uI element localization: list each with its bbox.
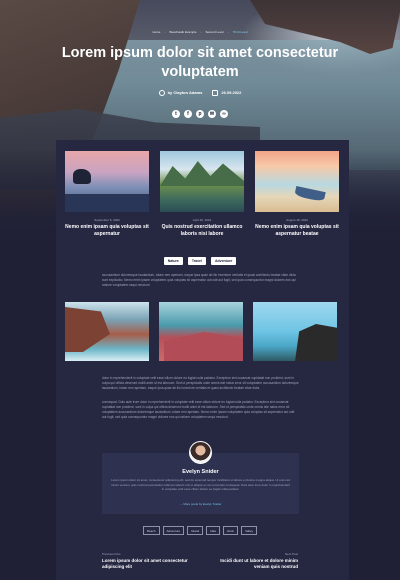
link-icon[interactable]: ∞ xyxy=(220,110,228,118)
next-post-link[interactable]: Next Post Incidi dunt ut labore et dolor… xyxy=(208,552,298,570)
post-tag[interactable]: Hike xyxy=(206,526,221,535)
next-post-label: Next Post xyxy=(284,552,298,556)
page-title: Lorem ipsum dolor sit amet consectetur v… xyxy=(61,45,339,80)
gallery-image[interactable] xyxy=(159,302,243,361)
share-bar: t f p ✉ ∞ xyxy=(0,110,400,118)
tag-adventure[interactable]: Adventure xyxy=(210,257,237,265)
related-thumbnail[interactable] xyxy=(65,151,149,212)
related-post[interactable]: April 20, 2022 Quis nostrud exercitation… xyxy=(160,151,244,237)
user-icon xyxy=(158,90,165,96)
article-paragraph: accusantium doloremque laudantium, totam… xyxy=(102,273,296,287)
tag-nature[interactable]: Nature xyxy=(163,257,183,265)
related-title[interactable]: Nemo enim ipsam quia voluptas sit aspern… xyxy=(255,224,339,237)
related-date: April 20, 2022 xyxy=(192,218,212,222)
post-tag[interactable]: Adventure xyxy=(162,526,185,535)
breadcrumb-home[interactable]: Home xyxy=(152,30,160,34)
post-tag[interactable]: Valley xyxy=(241,526,258,535)
mail-icon[interactable]: ✉ xyxy=(208,110,216,118)
related-post[interactable]: August 18, 2022 Nemo enim ipsam quia vol… xyxy=(255,151,339,237)
related-thumbnail[interactable] xyxy=(255,151,339,212)
author-name: Evelyn Snider xyxy=(182,469,219,475)
related-thumbnail[interactable] xyxy=(160,151,244,212)
related-title[interactable]: Nemo enim ipsam quia voluptas sit aspern… xyxy=(65,224,149,237)
post-meta: by Clayton Adams 26.09.2022 xyxy=(0,90,400,96)
previous-post-title[interactable]: Lorem ipsum dolor sit amet consectetur a… xyxy=(102,558,192,570)
facebook-icon[interactable]: f xyxy=(184,110,192,118)
article-paragraph: dolor in reprehenderit in voluptate veli… xyxy=(102,376,299,390)
related-post[interactable]: September 5, 2022 Nemo enim ipsam quia v… xyxy=(65,151,149,237)
article-paragraph: consequat. Duis aute irure dolor in repr… xyxy=(102,400,295,419)
gallery-image[interactable] xyxy=(65,302,149,361)
post-tag[interactable]: Island xyxy=(187,526,204,535)
breadcrumb-current: Third Level xyxy=(232,30,248,34)
avatar xyxy=(189,441,212,464)
post-tag[interactable]: Beach xyxy=(142,526,160,535)
post-author[interactable]: by Clayton Adams xyxy=(158,90,202,96)
breadcrumb-level-1[interactable]: Beachwalk Example xyxy=(169,30,196,34)
post-tags: Beach Adventure Island Hike Rock Valley xyxy=(0,526,400,535)
calendar-icon xyxy=(212,90,219,96)
previous-post-link[interactable]: Previous Post Lorem ipsum dolor sit amet… xyxy=(102,552,192,570)
twitter-icon[interactable]: t xyxy=(172,110,180,118)
image-gallery xyxy=(65,302,338,361)
gallery-image[interactable] xyxy=(253,302,337,361)
related-date: August 18, 2022 xyxy=(286,218,308,222)
related-title[interactable]: Quis nostrud exercitation ullamco labori… xyxy=(160,224,244,237)
related-posts: September 5, 2022 Nemo enim ipsam quia v… xyxy=(65,151,339,237)
previous-post-label: Previous Post xyxy=(102,552,121,556)
pinterest-icon[interactable]: p xyxy=(196,110,204,118)
post-date: 26.09.2022 xyxy=(212,90,241,96)
breadcrumb: Home › Beachwalk Example › Second Level … xyxy=(152,30,248,34)
category-tags: Nature Travel Adventure xyxy=(0,257,400,265)
next-post-title[interactable]: Incidi dunt ut labore et dolore minim ve… xyxy=(208,558,298,570)
tag-travel[interactable]: Travel xyxy=(187,257,206,265)
post-tag[interactable]: Rock xyxy=(223,526,239,535)
author-posts-link[interactable]: → More posts by Evelyn Snider xyxy=(102,502,299,506)
breadcrumb-level-2[interactable]: Second Level xyxy=(206,30,224,34)
author-bio: Lorem ipsum dolor sit amet, consectetur … xyxy=(110,478,291,491)
related-date: September 5, 2022 xyxy=(94,218,120,222)
